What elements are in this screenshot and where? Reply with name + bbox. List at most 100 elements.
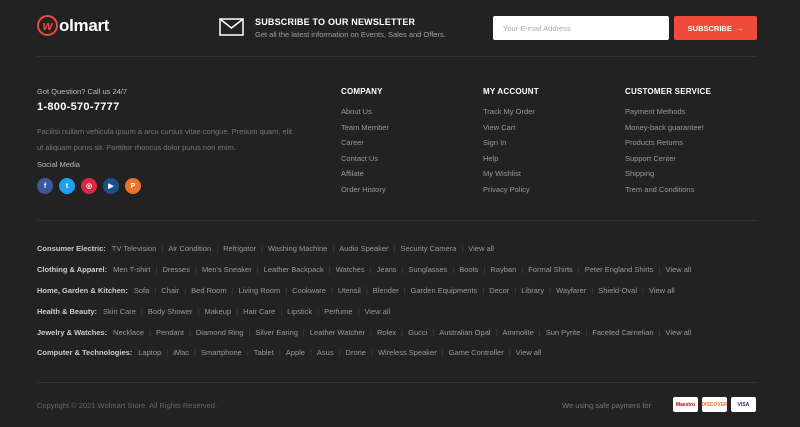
- tag-link[interactable]: Laptop: [138, 348, 161, 357]
- tag-link[interactable]: Makeup: [204, 307, 231, 316]
- tag-link[interactable]: Sun Pyrite: [546, 328, 581, 337]
- tag-link[interactable]: Sofa: [134, 286, 149, 295]
- tag-link[interactable]: Wireless Speaker: [378, 348, 437, 357]
- tag-link[interactable]: View all: [516, 348, 542, 357]
- tag-link[interactable]: Watches: [336, 265, 365, 274]
- tag-row: Consumer Electric: TV Television | Air Cond…: [37, 244, 494, 253]
- tag-link[interactable]: Gucci: [408, 328, 427, 337]
- youtube-icon[interactable]: ▶: [103, 178, 119, 194]
- tag-link[interactable]: View all: [649, 286, 675, 295]
- tag-link[interactable]: View all: [364, 307, 390, 316]
- footer-link[interactable]: View Cart: [483, 123, 539, 139]
- tag-link[interactable]: Diamond Ring: [196, 328, 244, 337]
- footer-link[interactable]: Payment Methods: [625, 107, 711, 123]
- tag-link[interactable]: Garden Equipments: [411, 286, 478, 295]
- tag-link[interactable]: Silver Earing: [255, 328, 298, 337]
- tag-link[interactable]: Formal Shirts: [528, 265, 573, 274]
- tag-link[interactable]: Necklace: [113, 328, 144, 337]
- tag-link[interactable]: Drone: [346, 348, 366, 357]
- mail-icon: [219, 18, 244, 36]
- tag-link[interactable]: Jeans: [377, 265, 397, 274]
- tag-link[interactable]: View all: [468, 244, 494, 253]
- footer-link[interactable]: Team Member: [341, 123, 389, 139]
- tag-link[interactable]: iMac: [173, 348, 189, 357]
- phone-number[interactable]: 1-800-570-7777: [37, 101, 119, 113]
- divider: [37, 382, 757, 383]
- tag-link[interactable]: Boots: [459, 265, 478, 274]
- tag-link[interactable]: Men T-shirt: [113, 265, 150, 274]
- tag-link[interactable]: Decor: [489, 286, 509, 295]
- tag-link[interactable]: TV Television: [112, 244, 156, 253]
- tag-link[interactable]: Sunglasses: [409, 265, 448, 274]
- tag-link[interactable]: Asus: [317, 348, 334, 357]
- footer-link[interactable]: My Wishlist: [483, 169, 539, 185]
- footer-link[interactable]: Order History: [341, 185, 389, 201]
- tag-link[interactable]: Leather Watcher: [310, 328, 365, 337]
- footer-link[interactable]: About Us: [341, 107, 389, 123]
- footer-link[interactable]: Career: [341, 138, 389, 154]
- tag-separator: |: [591, 286, 594, 295]
- footer-link[interactable]: Money-back guarantee!: [625, 123, 711, 139]
- footer-link[interactable]: Contact Us: [341, 154, 389, 170]
- tag-separator: |: [365, 286, 368, 295]
- tag-link[interactable]: Men's Sneaker: [202, 265, 252, 274]
- footer-link[interactable]: Support Center: [625, 154, 711, 170]
- tag-link[interactable]: Chair: [161, 286, 179, 295]
- tag-link[interactable]: Peter England Shirts: [585, 265, 654, 274]
- pinterest-icon[interactable]: P: [125, 178, 141, 194]
- tag-link[interactable]: Cookware: [292, 286, 326, 295]
- arrow-right-icon: →: [735, 23, 744, 33]
- tag-link[interactable]: Dresses: [162, 265, 190, 274]
- tag-link[interactable]: Rayban: [490, 265, 516, 274]
- email-input[interactable]: [493, 16, 669, 40]
- tag-separator: |: [140, 307, 143, 316]
- tag-link[interactable]: Skin Care: [103, 307, 136, 316]
- tag-link[interactable]: Bed Room: [191, 286, 226, 295]
- footer-link[interactable]: Help: [483, 154, 539, 170]
- tag-link[interactable]: Body Shower: [148, 307, 193, 316]
- tag-link[interactable]: Washing Machine: [268, 244, 327, 253]
- tag-link[interactable]: Wayfarer: [556, 286, 586, 295]
- tag-link[interactable]: Leather Backpack: [264, 265, 324, 274]
- tag-link[interactable]: Australian Opal: [439, 328, 490, 337]
- footer-link[interactable]: Privacy Policy: [483, 185, 539, 201]
- tag-separator: |: [197, 307, 200, 316]
- tag-link[interactable]: Rolex: [377, 328, 396, 337]
- tag-link[interactable]: Smartphone: [201, 348, 242, 357]
- footer-link[interactable]: Trem and Conditions: [625, 185, 711, 201]
- tag-link[interactable]: View all: [666, 328, 692, 337]
- footer-link[interactable]: Products Returns: [625, 138, 711, 154]
- tag-link[interactable]: Ammolite: [502, 328, 533, 337]
- footer-link[interactable]: Affilate: [341, 169, 389, 185]
- instagram-icon[interactable]: ◎: [81, 178, 97, 194]
- tag-link[interactable]: Security Camera: [400, 244, 456, 253]
- tag-link[interactable]: Audio Speaker: [339, 244, 388, 253]
- brand-logo[interactable]: w olmart: [37, 15, 109, 36]
- tag-link[interactable]: Faceted Carnelian: [592, 328, 653, 337]
- tag-link[interactable]: Lipstick: [287, 307, 312, 316]
- twitter-icon[interactable]: t: [59, 178, 75, 194]
- tag-link[interactable]: Living Room: [239, 286, 281, 295]
- tag-link[interactable]: Blender: [373, 286, 399, 295]
- tag-link[interactable]: Tablet: [254, 348, 274, 357]
- footer-link[interactable]: Sign In: [483, 138, 539, 154]
- footer-link[interactable]: Track My Order: [483, 107, 539, 123]
- tag-link[interactable]: Air Condition: [168, 244, 211, 253]
- tag-link[interactable]: Game Controller: [449, 348, 504, 357]
- tag-link[interactable]: Refrigator: [223, 244, 256, 253]
- tag-link[interactable]: View all: [666, 265, 692, 274]
- facebook-icon[interactable]: f: [37, 178, 53, 194]
- tag-link[interactable]: Utensil: [338, 286, 361, 295]
- social-media-label: Social Media: [37, 160, 80, 169]
- footer-link[interactable]: Shipping: [625, 169, 711, 185]
- subscribe-button[interactable]: SUBSCRIBE →: [674, 16, 757, 40]
- tag-link[interactable]: Apple: [286, 348, 305, 357]
- tag-link[interactable]: Hair Care: [243, 307, 275, 316]
- tag-separator: |: [285, 286, 288, 295]
- tag-link[interactable]: Library: [521, 286, 544, 295]
- tag-separator: |: [194, 265, 197, 274]
- tag-link[interactable]: Pendant: [156, 328, 184, 337]
- tag-link[interactable]: Perfume: [324, 307, 352, 316]
- tag-link[interactable]: Shield-Oval: [598, 286, 637, 295]
- newsletter-title: SUBSCRIBE TO OUR NEWSLETTER: [255, 17, 416, 27]
